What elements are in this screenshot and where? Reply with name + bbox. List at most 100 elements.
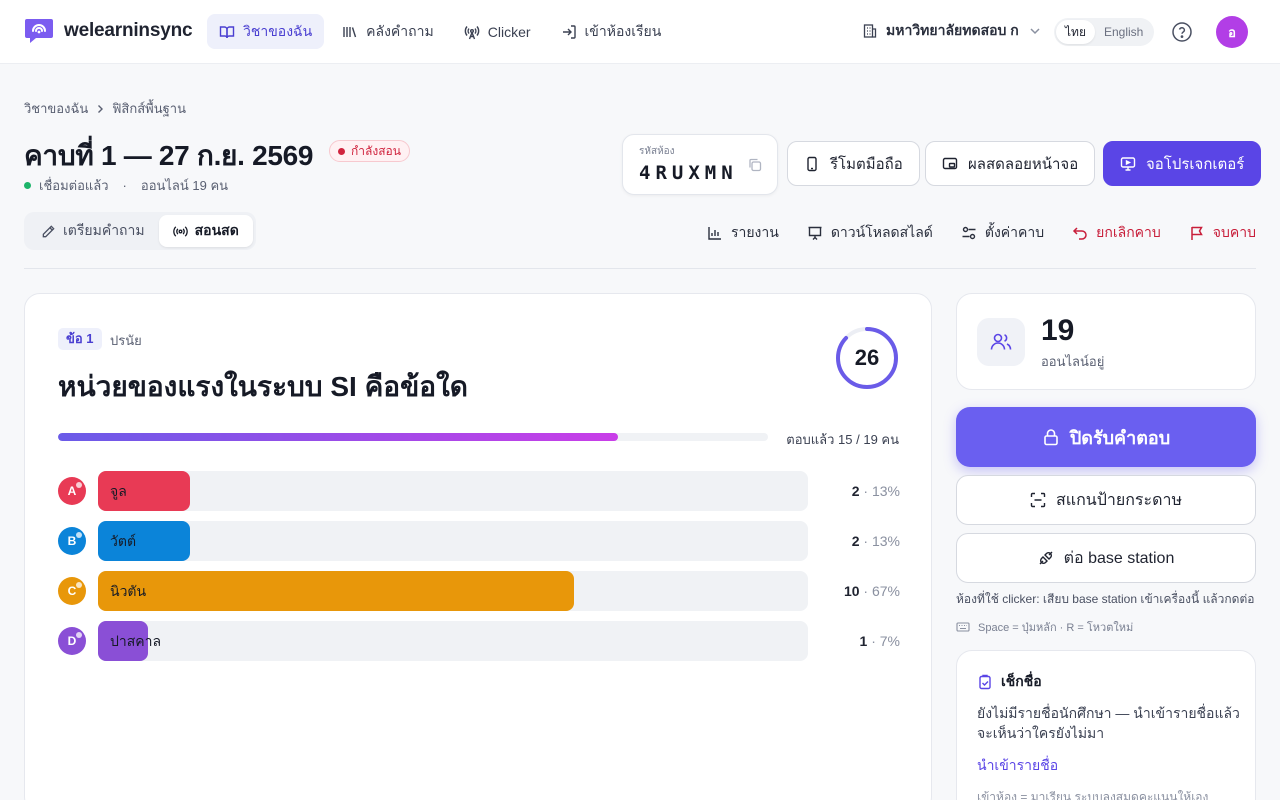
- download-slides-link[interactable]: ดาวน์โหลดสไลด์: [807, 222, 933, 244]
- help-icon[interactable]: [1171, 21, 1193, 43]
- option-bar-fill: [98, 571, 574, 611]
- pip-icon: [942, 157, 958, 169]
- session-settings-link[interactable]: ตั้งค่าคาบ: [961, 222, 1044, 244]
- option-badge: B: [58, 527, 86, 555]
- antenna-icon: [464, 25, 480, 39]
- answer-progress-label: ตอบแล้ว 15 / 19 คน: [786, 432, 899, 447]
- avatar[interactable]: อ: [1216, 16, 1248, 48]
- option-bar-track: วัตต์: [98, 521, 808, 561]
- option-label: วัตต์: [110, 533, 137, 549]
- mode-tabs: เตรียมคำถาม สอนสด: [24, 212, 256, 250]
- nav-label: Clicker: [487, 23, 531, 40]
- nav-my-courses[interactable]: วิชาของฉัน: [207, 14, 325, 49]
- breadcrumb-link-courses[interactable]: วิชาของฉัน: [24, 98, 88, 119]
- remote-button[interactable]: รีโมตมือถือ: [787, 141, 920, 186]
- connect-base-station-button[interactable]: ต่อ base station: [956, 533, 1256, 583]
- lang-english[interactable]: English: [1095, 20, 1152, 44]
- scan-cards-button[interactable]: สแกนป้ายกระดาษ: [956, 475, 1256, 525]
- bar-chart-icon: [708, 227, 721, 240]
- undo-icon: [1073, 227, 1087, 240]
- tab-live[interactable]: สอนสด: [158, 215, 253, 247]
- remote-button-label: รีโมตมือถือ: [830, 155, 903, 173]
- connected-dot-icon: [24, 182, 31, 189]
- connect-base-station-label: ต่อ base station: [1063, 549, 1175, 567]
- option-badge: C: [58, 577, 86, 605]
- nav-label: เข้าห้องเรียน: [584, 22, 662, 39]
- option-row: A จูล 2 · 13%: [58, 471, 900, 511]
- option-count: 1: [859, 633, 868, 649]
- top-nav: welearninsync วิชาของฉัน คลังคำถาม Click…: [0, 0, 1280, 64]
- online-card: 19 ออนไลน์อยู่: [956, 293, 1256, 390]
- roll-call-note: เข้าห้อง = มาเรียน ระบบลงสมุดคะแนนให้เอง: [977, 790, 1209, 800]
- clicker-hint: ห้องที่ใช้ clicker: เสียบ base station เ…: [956, 592, 1255, 606]
- option-marker-icon: [76, 632, 82, 638]
- page-title: คาบที่ 1 — 27 ก.ย. 2569: [24, 140, 314, 171]
- download-slides-label: ดาวน์โหลดสไลด์: [830, 224, 933, 240]
- main-nav: วิชาของฉัน คลังคำถาม Clicker เข้าห้องเรี…: [207, 14, 673, 49]
- connection-status: เชื่อมต่อแล้ว · ออนไลน์ 19 คน: [24, 175, 228, 196]
- import-roster-link[interactable]: นำเข้ารายชื่อ: [977, 755, 1058, 777]
- option-letter: D: [67, 634, 77, 648]
- report-link[interactable]: รายงาน: [707, 222, 779, 244]
- keyboard-hint: Space = ปุ่มหลัก · R = โหวตใหม่: [956, 618, 1133, 636]
- nav-question-bank[interactable]: คลังคำถาม: [330, 14, 446, 49]
- users-icon: [990, 333, 1012, 350]
- close-answers-button[interactable]: ปิดรับคำตอบ: [956, 407, 1256, 467]
- option-stat: 2 · 13%: [852, 471, 900, 511]
- online-count: 19: [1041, 314, 1075, 347]
- question-type: ปรนัย: [110, 333, 142, 348]
- answer-progress-fill: [58, 433, 619, 441]
- monitor-icon: [1120, 156, 1136, 171]
- session-settings-label: ตั้งค่าคาบ: [984, 224, 1045, 240]
- end-session-label: จบคาบ: [1212, 224, 1256, 240]
- nav-label: คลังคำถาม: [366, 22, 434, 39]
- online-label: ออนไลน์อยู่: [1041, 354, 1105, 369]
- option-label: ปาสคาล: [110, 633, 162, 649]
- roll-call-title: เช็กชื่อ: [977, 671, 1042, 693]
- nav-join-class[interactable]: เข้าห้องเรียน: [549, 14, 674, 49]
- room-code: 4RUXMN: [639, 162, 738, 184]
- option-row: C นิวตัน 10 · 67%: [58, 571, 900, 611]
- option-stat: 10 · 67%: [844, 571, 900, 611]
- countdown-timer: 26: [835, 326, 899, 390]
- breadcrumb-link-course[interactable]: ฟิสิกส์พื้นฐาน: [112, 98, 186, 119]
- option-count: 10: [843, 583, 860, 599]
- roll-call-card: เช็กชื่อ ยังไม่มีรายชื่อนักศึกษา — นำเข้…: [956, 650, 1256, 800]
- tab-live-label: สอนสด: [194, 222, 239, 238]
- broadcast-icon: [172, 225, 188, 237]
- presentation-icon: [808, 226, 822, 240]
- option-bar-track: ปาสคาล: [98, 621, 808, 661]
- university-selector[interactable]: มหาวิทยาลัยทดสอบ ก: [862, 20, 1043, 42]
- option-bar-track: จูล: [98, 471, 808, 511]
- option-percent: · 13%: [863, 533, 900, 549]
- status-separator: ·: [122, 178, 127, 193]
- nav-clicker[interactable]: Clicker: [452, 14, 543, 49]
- option-label: นิวตัน: [110, 583, 147, 599]
- option-badge: A: [58, 477, 86, 505]
- option-letter: B: [67, 534, 77, 548]
- cancel-session-link[interactable]: ยกเลิกคาบ: [1072, 222, 1161, 244]
- projector-button[interactable]: จอโปรเจกเตอร์: [1103, 141, 1262, 186]
- lang-thai[interactable]: ไทย: [1056, 20, 1095, 44]
- university-name: มหาวิทยาลัยทดสอบ ก: [886, 22, 1019, 38]
- chevron-right-icon: [98, 104, 104, 113]
- option-letter: C: [67, 584, 77, 598]
- room-code-label: รหัสห้อง: [639, 146, 675, 157]
- keyboard-icon: [956, 622, 970, 632]
- end-session-link[interactable]: จบคาบ: [1189, 222, 1256, 244]
- option-percent: · 67%: [863, 583, 900, 599]
- book-icon: [219, 25, 235, 38]
- tab-prepare[interactable]: เตรียมคำถาม: [27, 215, 159, 247]
- brand[interactable]: welearninsync: [24, 16, 193, 46]
- live-results-button[interactable]: ผลสดลอยหน้าจอ: [925, 141, 1096, 186]
- flag-icon: [1191, 226, 1203, 240]
- option-count: 2: [851, 483, 860, 499]
- brand-logo-icon: [25, 19, 53, 43]
- status-badge: กำลังสอน: [329, 140, 410, 162]
- connected-text: เชื่อมต่อแล้ว: [39, 178, 109, 193]
- copy-icon[interactable]: [747, 157, 763, 173]
- option-label: จูล: [110, 483, 127, 499]
- option-count: 2: [851, 533, 860, 549]
- roll-call-description: ยังไม่มีรายชื่อนักศึกษา — นำเข้ารายชื่อแ…: [977, 705, 1240, 741]
- question-number: ข้อ 1: [58, 328, 102, 350]
